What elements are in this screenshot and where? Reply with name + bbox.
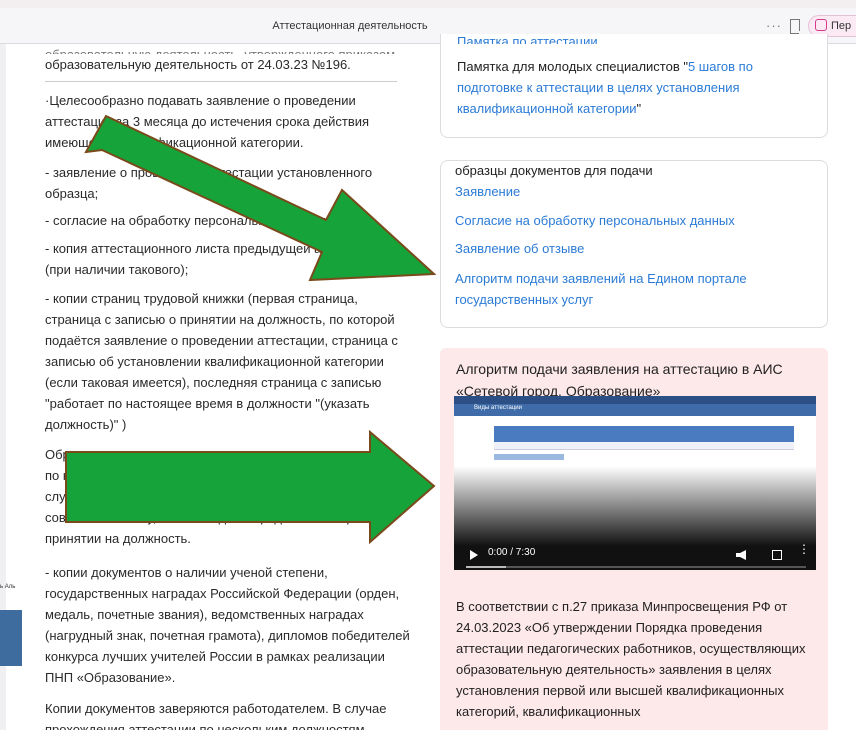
link-application[interactable]: Заявление bbox=[455, 181, 815, 202]
extension-label: Пер bbox=[831, 20, 852, 32]
frame-header-label: Виды аттестации bbox=[474, 405, 522, 411]
order-reference: образовательную деятельность от 24.03.23… bbox=[45, 57, 351, 72]
page-title: Аттестационная деятельность bbox=[272, 20, 428, 32]
tab-strip bbox=[0, 0, 856, 8]
list-item: - копии документов о наличии ученой степ… bbox=[45, 565, 410, 685]
frame-header: Виды аттестации bbox=[454, 404, 816, 416]
annotation-arrow-bottom bbox=[65, 430, 436, 545]
extension-icon bbox=[815, 19, 827, 31]
documents-heading: образцы документов для подачи bbox=[455, 163, 653, 178]
play-icon[interactable] bbox=[470, 550, 478, 560]
video-time: 0:00 / 7:30 bbox=[488, 547, 536, 558]
frame-table-header bbox=[494, 426, 794, 442]
video-progress-fill bbox=[466, 566, 506, 568]
video-progress-bar[interactable] bbox=[466, 566, 806, 568]
annotation-arrow-top bbox=[84, 114, 437, 282]
video-controls: 0:00 / 7:30 ⋮ bbox=[454, 543, 816, 570]
clipped-link[interactable]: Памятка по аттестации bbox=[457, 34, 598, 44]
memo-text: Памятка для молодых специалистов "5 шаго… bbox=[457, 56, 813, 119]
link-withdrawal[interactable]: Заявление об отзыве bbox=[455, 238, 815, 259]
fullscreen-icon[interactable] bbox=[772, 550, 782, 560]
page-menu-button[interactable]: ··· bbox=[766, 18, 782, 33]
documents-card: образцы документов для подачи Заявление … bbox=[440, 160, 828, 328]
list-item: - копии страниц трудовой книжки (первая … bbox=[45, 291, 398, 432]
more-vert-icon[interactable]: ⋮ bbox=[798, 543, 810, 555]
volume-icon[interactable] bbox=[736, 550, 746, 560]
video-frame: Виды аттестации bbox=[454, 396, 816, 546]
memo-suffix: " bbox=[636, 101, 642, 116]
memo-prefix: Памятка для молодых специалистов " bbox=[457, 59, 688, 74]
clipped-text: образовательную деятельность, утвержденн… bbox=[45, 44, 425, 54]
frame-fade bbox=[454, 466, 816, 546]
certification-note: Копии документов заверяются работодателе… bbox=[45, 701, 387, 730]
link-gosuslugi-algorithm[interactable]: Алгоритм подачи заявлений на Едином порт… bbox=[455, 268, 815, 310]
background-window-text: ь Аль bbox=[0, 584, 16, 590]
order-text: В соответствии с п.27 приказа Минпросвещ… bbox=[456, 599, 806, 719]
divider bbox=[45, 81, 397, 82]
video-player[interactable]: Виды аттестации 0:00 / 7:30 ⋮ bbox=[454, 396, 816, 570]
video-panel: Алгоритм подачи заявления на аттестацию … bbox=[440, 348, 828, 730]
background-window-block bbox=[0, 610, 22, 666]
link-consent[interactable]: Согласие на обработку персональных данны… bbox=[455, 210, 815, 231]
memo-card: Памятка по аттестации Памятка для молоды… bbox=[440, 34, 828, 138]
frame-table-row bbox=[494, 442, 794, 450]
bookmark-icon[interactable] bbox=[790, 19, 800, 31]
frame-nav bbox=[454, 396, 816, 404]
frame-button bbox=[494, 454, 564, 460]
